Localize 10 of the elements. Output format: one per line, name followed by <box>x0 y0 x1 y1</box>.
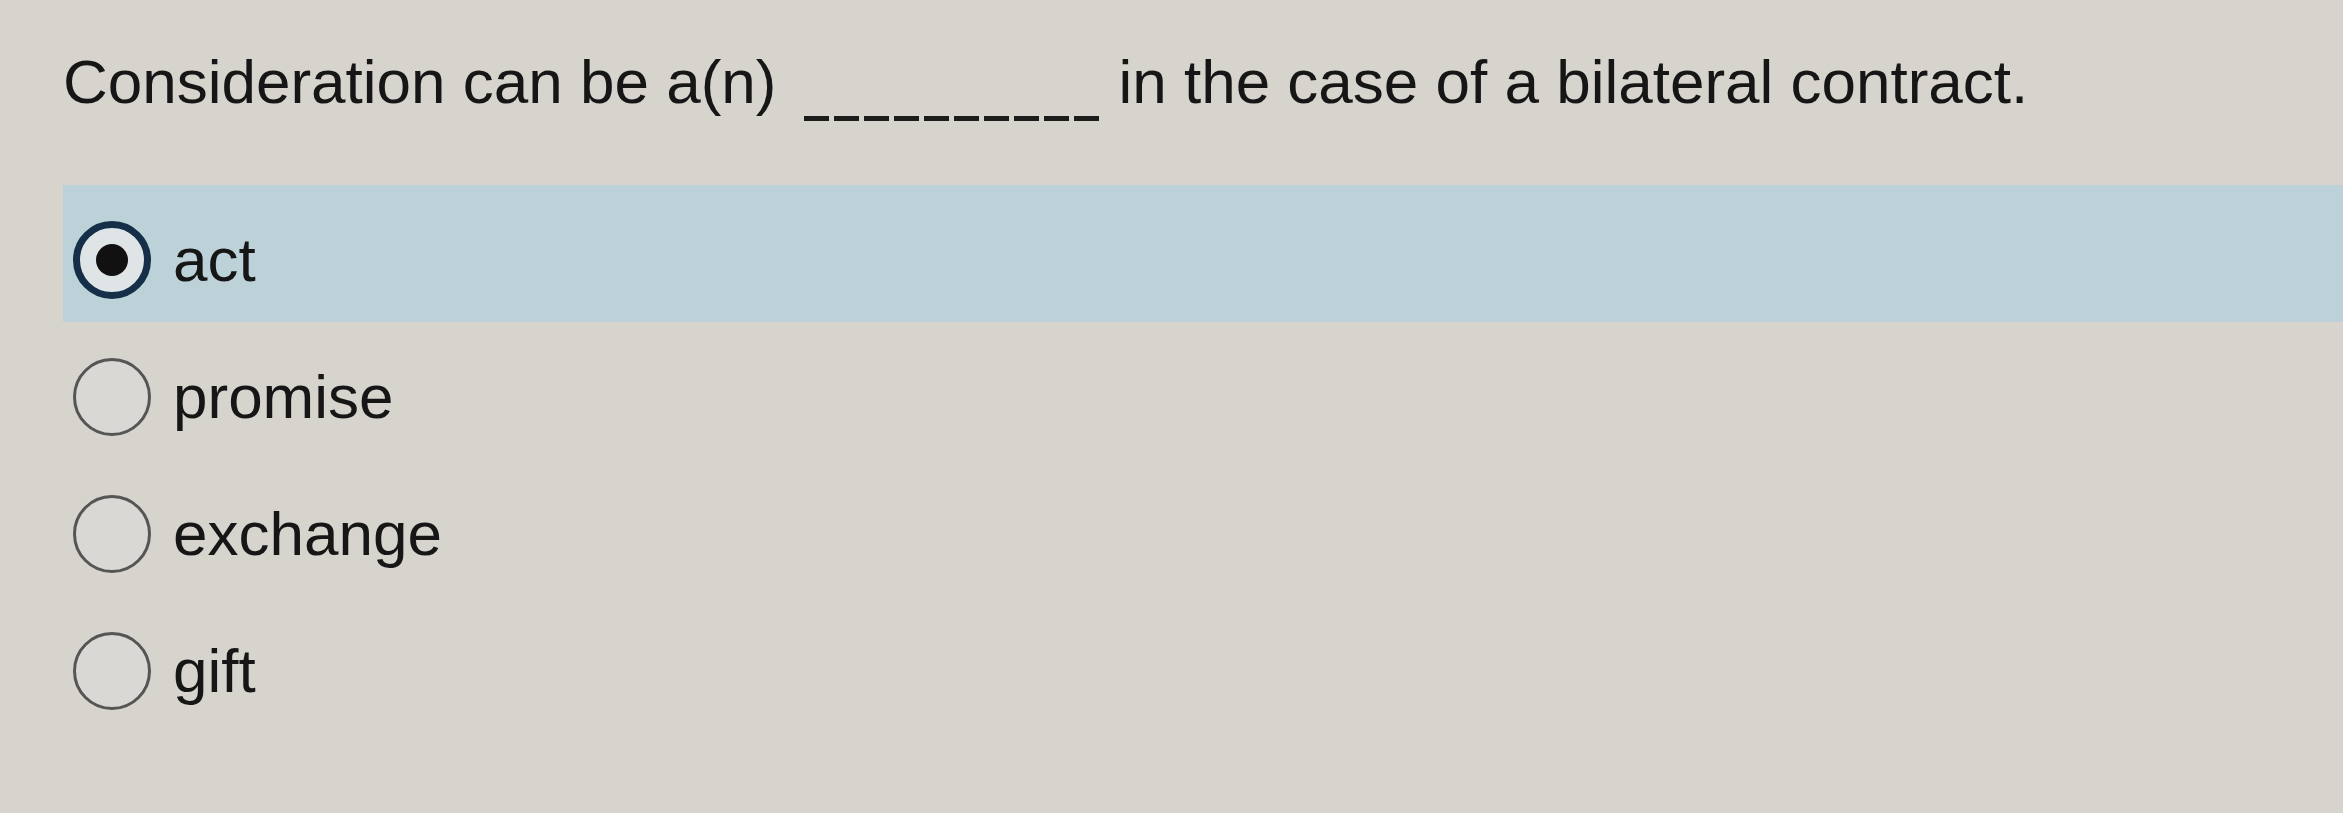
option-label: promise <box>173 360 394 433</box>
option-label: exchange <box>173 497 442 570</box>
radio-button[interactable] <box>73 220 151 299</box>
option-label: act <box>173 223 256 296</box>
question-text: Consideration can be a(n) <box>63 47 777 116</box>
radio-button[interactable] <box>73 631 151 710</box>
radio-button[interactable] <box>73 494 151 573</box>
radio-button[interactable] <box>73 357 151 436</box>
option-label: gift <box>173 634 256 707</box>
question-text: in the case of a bilateral contract. <box>1118 47 2029 116</box>
